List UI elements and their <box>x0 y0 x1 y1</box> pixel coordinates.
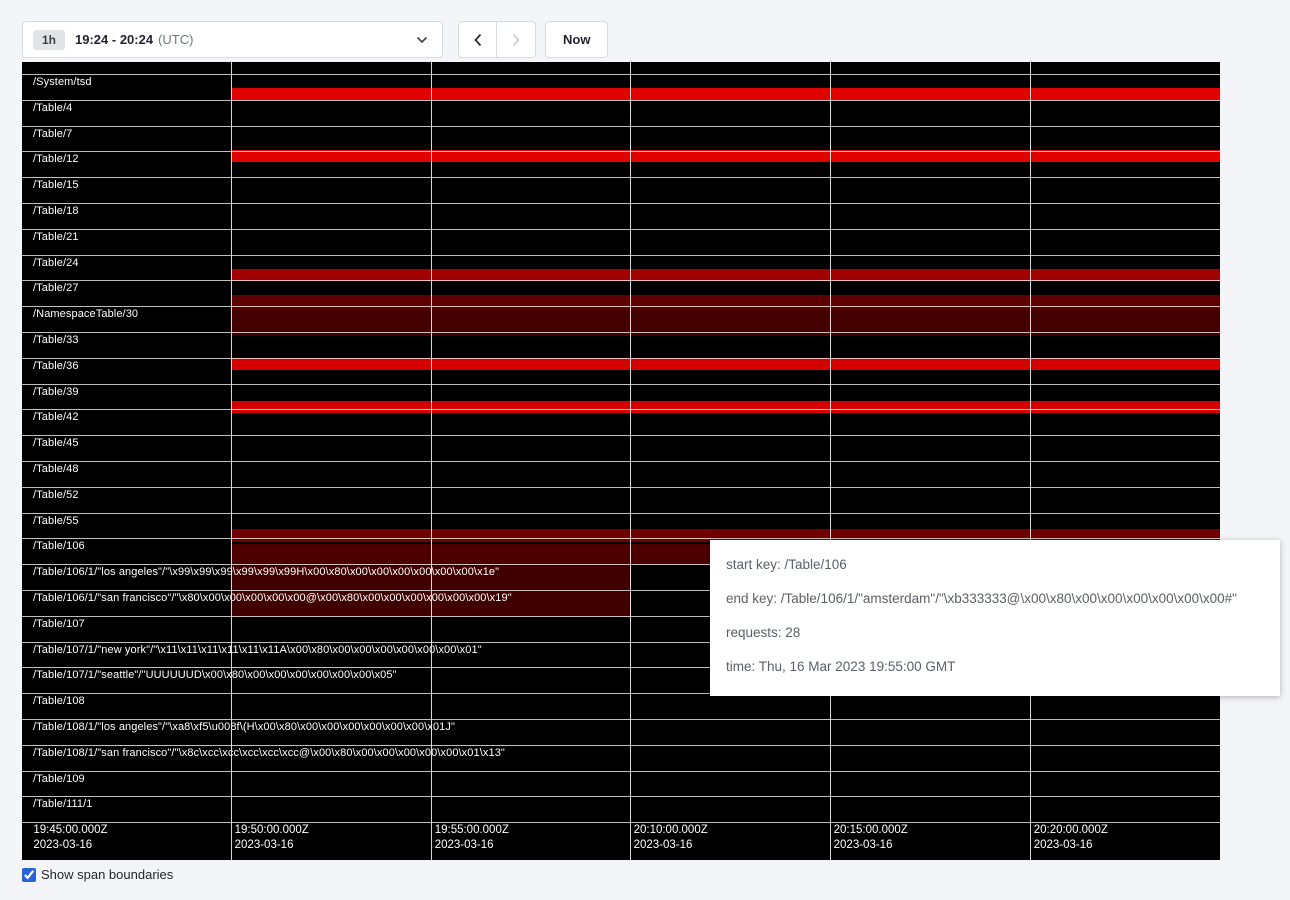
show-span-boundaries-control[interactable]: Show span boundaries <box>22 867 173 882</box>
row-label: /Table/18 <box>33 205 79 217</box>
row-boundary-line <box>22 74 1220 75</box>
row-label: /Table/48 <box>33 463 79 475</box>
row-boundary-line <box>22 255 1220 256</box>
x-axis-label: 19:55:00.000Z2023-03-16 <box>435 823 509 853</box>
heat-band[interactable] <box>232 358 1220 370</box>
tooltip-start-key: start key: /Table/106 <box>726 548 1264 582</box>
row-boundary-line <box>22 177 1220 178</box>
row-label: /Table/27 <box>33 282 79 294</box>
row-boundary-line <box>22 384 1220 385</box>
row-boundary-line <box>22 409 1220 410</box>
row-boundary-line <box>22 435 1220 436</box>
row-boundary-line <box>22 513 1220 514</box>
row-label: /Table/106/1/"los angeles"/"\x99\x99\x99… <box>33 566 499 578</box>
tooltip-requests: requests: 28 <box>726 616 1264 650</box>
row-label: /Table/108/1/"san francisco"/"\x8c\xcc\x… <box>33 747 505 759</box>
time-range-badge: 1h <box>33 30 65 50</box>
heatmap-plot[interactable]: /System/tsd/Table/4/Table/7/Table/12/Tab… <box>22 62 1220 860</box>
chevron-down-icon <box>416 36 428 44</box>
row-boundary-line <box>22 796 1220 797</box>
row-boundary-line <box>22 719 1220 720</box>
row-label: /Table/45 <box>33 437 79 449</box>
time-range-timezone: (UTC) <box>158 32 193 47</box>
row-boundary-line <box>22 306 1220 307</box>
x-axis-label: 20:20:00.000Z2023-03-16 <box>1034 823 1108 853</box>
row-label: /Table/15 <box>33 179 79 191</box>
time-range-pager <box>458 21 536 58</box>
row-label: /Table/107/1/"seattle"/"UUUUUUD\x00\x80\… <box>33 669 397 681</box>
time-range-text: 19:24 - 20:24 <box>75 32 153 47</box>
row-label: /Table/7 <box>33 128 72 140</box>
row-label: /System/tsd <box>33 76 92 88</box>
tooltip-end-key: end key: /Table/106/1/"amsterdam"/"\xb33… <box>726 582 1264 616</box>
time-range-select[interactable]: 1h 19:24 - 20:24 (UTC) <box>22 21 443 58</box>
row-label: /Table/21 <box>33 231 79 243</box>
row-label: /Table/111/1 <box>33 798 93 810</box>
row-label: /Table/42 <box>33 411 79 423</box>
row-boundary-line <box>22 126 1220 127</box>
x-axis-label: 20:15:00.000Z2023-03-16 <box>834 823 908 853</box>
row-boundary-line <box>22 280 1220 281</box>
row-label: /Table/39 <box>33 386 79 398</box>
x-axis-label: 20:10:00.000Z2023-03-16 <box>634 823 708 853</box>
row-label: /Table/12 <box>33 153 79 165</box>
prev-range-button[interactable] <box>458 21 497 58</box>
row-boundary-line <box>22 203 1220 204</box>
row-label: /Table/109 <box>33 773 85 785</box>
row-label: /Table/55 <box>33 515 79 527</box>
row-boundary-line <box>22 151 1220 152</box>
row-label: /Table/24 <box>33 257 79 269</box>
row-label: /Table/108 <box>33 695 85 707</box>
row-boundary-line <box>22 332 1220 333</box>
row-label: /Table/108/1/"los angeles"/"\xa8\xf5\u00… <box>33 721 455 733</box>
show-span-boundaries-label: Show span boundaries <box>41 867 173 882</box>
row-boundary-line <box>22 461 1220 462</box>
heat-band[interactable] <box>232 401 1220 413</box>
span-tooltip: start key: /Table/106 end key: /Table/10… <box>710 540 1280 696</box>
row-label: /Table/107/1/"new york"/"\x11\x11\x11\x1… <box>33 644 482 656</box>
row-label: /Table/36 <box>33 360 79 372</box>
row-label: /Table/33 <box>33 334 79 346</box>
next-range-button[interactable] <box>497 21 536 58</box>
row-label: /NamespaceTable/30 <box>33 308 138 320</box>
x-axis-label: 19:45:00.000Z2023-03-16 <box>33 823 107 853</box>
row-boundary-line <box>22 745 1220 746</box>
heat-band[interactable] <box>232 88 1220 100</box>
now-button[interactable]: Now <box>545 21 608 58</box>
heat-band[interactable] <box>232 269 1220 281</box>
tooltip-time: time: Thu, 16 Mar 2023 19:55:00 GMT <box>726 650 1264 684</box>
row-boundary-line <box>22 358 1220 359</box>
key-visualizer-page: 1h 19:24 - 20:24 (UTC) Now /System/tsd/T… <box>0 0 1290 900</box>
row-boundary-line <box>22 229 1220 230</box>
x-axis-label: 19:50:00.000Z2023-03-16 <box>235 823 309 853</box>
show-span-boundaries-checkbox[interactable] <box>22 868 36 882</box>
row-label: /Table/107 <box>33 618 85 630</box>
row-boundary-line <box>22 100 1220 101</box>
row-label: /Table/4 <box>33 102 72 114</box>
row-boundary-line <box>22 487 1220 488</box>
row-boundary-line <box>22 771 1220 772</box>
row-label: /Table/106/1/"san francisco"/"\x80\x00\x… <box>33 592 512 604</box>
row-label: /Table/106 <box>33 540 85 552</box>
row-label: /Table/52 <box>33 489 79 501</box>
